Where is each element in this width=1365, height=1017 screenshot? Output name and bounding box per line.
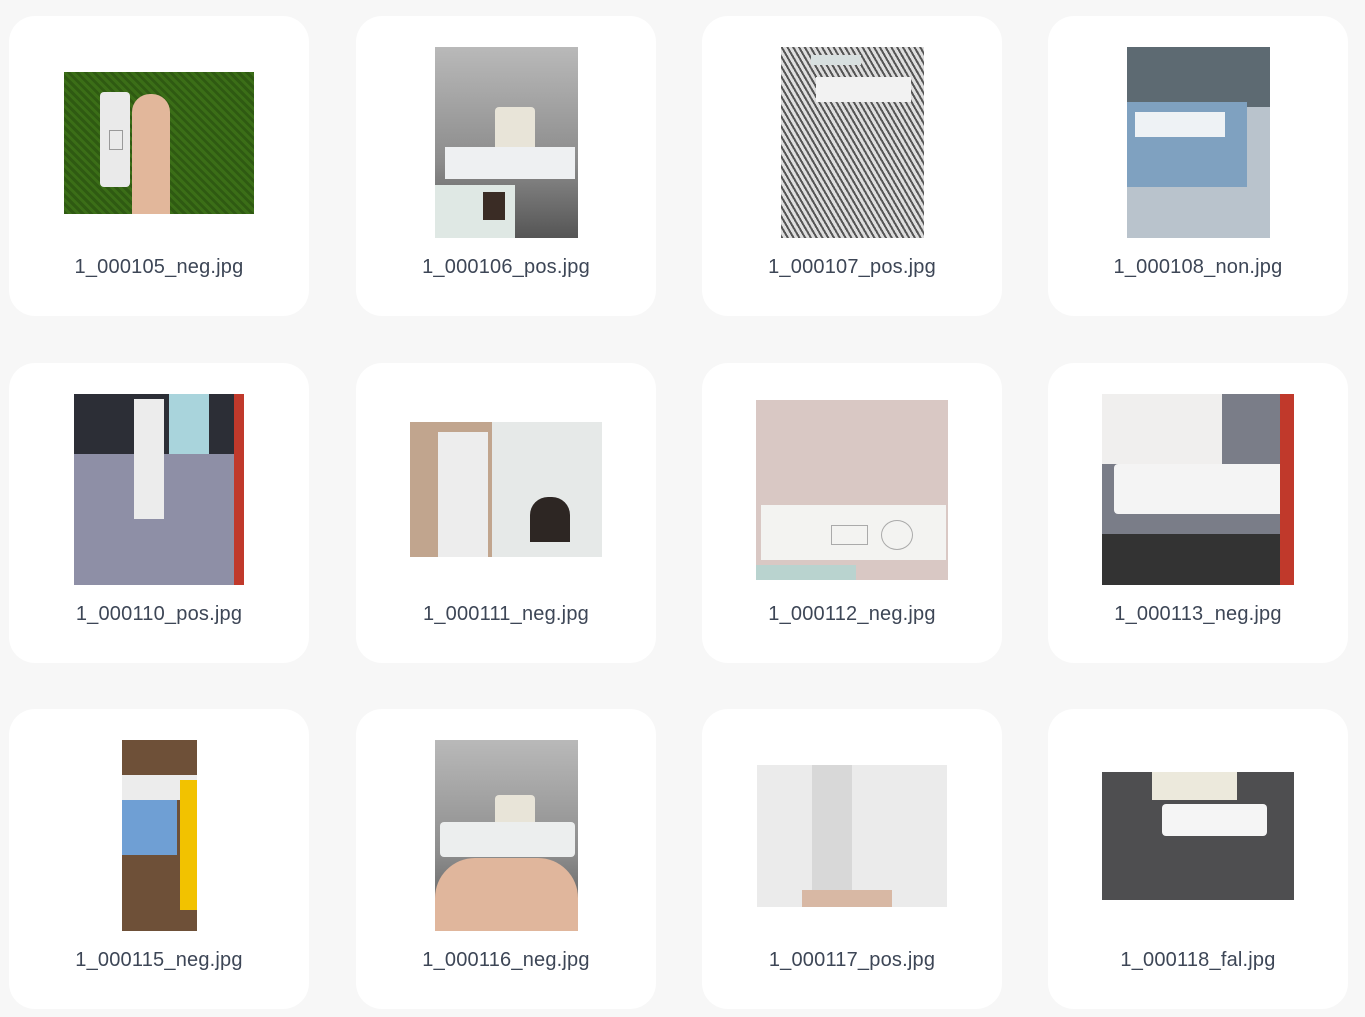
- image-thumbnail: [434, 47, 578, 238]
- file-card[interactable]: 1_000113_neg.jpg: [1048, 363, 1348, 663]
- file-name: 1_000108_non.jpg: [1113, 256, 1283, 278]
- file-name: 1_000117_pos.jpg: [768, 949, 936, 971]
- image-thumbnail: [74, 394, 244, 585]
- file-name: 1_000110_pos.jpg: [75, 603, 243, 625]
- file-name: 1_000105_neg.jpg: [74, 256, 244, 278]
- image-thumbnail: [1102, 394, 1294, 585]
- file-name: 1_000115_neg.jpg: [75, 949, 243, 971]
- file-card[interactable]: 1_000110_pos.jpg: [9, 363, 309, 663]
- file-name: 1_000113_neg.jpg: [1114, 603, 1282, 625]
- file-card[interactable]: 1_000112_neg.jpg: [702, 363, 1002, 663]
- image-thumbnail: [64, 71, 254, 214]
- file-name: 1_000112_neg.jpg: [768, 603, 936, 625]
- image-thumbnail: [780, 47, 924, 238]
- file-name: 1_000106_pos.jpg: [422, 256, 590, 278]
- image-thumbnail: [121, 740, 197, 931]
- file-card[interactable]: 1_000117_pos.jpg: [702, 709, 1002, 1009]
- file-name: 1_000107_pos.jpg: [768, 256, 936, 278]
- image-thumbnail: [756, 399, 948, 580]
- file-card[interactable]: 1_000115_neg.jpg: [9, 709, 309, 1009]
- file-card[interactable]: 1_000118_fal.jpg: [1048, 709, 1348, 1009]
- image-thumbnail: [1126, 47, 1270, 238]
- file-card[interactable]: 1_000107_pos.jpg: [702, 16, 1002, 316]
- image-thumbnail: [434, 740, 578, 931]
- file-card[interactable]: 1_000111_neg.jpg: [356, 363, 656, 663]
- file-card[interactable]: 1_000116_neg.jpg: [356, 709, 656, 1009]
- file-card[interactable]: 1_000106_pos.jpg: [356, 16, 656, 316]
- image-thumbnail: [1102, 771, 1294, 900]
- file-card[interactable]: 1_000108_non.jpg: [1048, 16, 1348, 316]
- file-name: 1_000111_neg.jpg: [423, 603, 589, 625]
- image-thumbnail: [410, 422, 602, 557]
- file-name: 1_000116_neg.jpg: [422, 949, 590, 971]
- file-card[interactable]: 1_000105_neg.jpg: [9, 16, 309, 316]
- file-name: 1_000118_fal.jpg: [1120, 949, 1276, 971]
- image-thumbnail: [757, 764, 947, 907]
